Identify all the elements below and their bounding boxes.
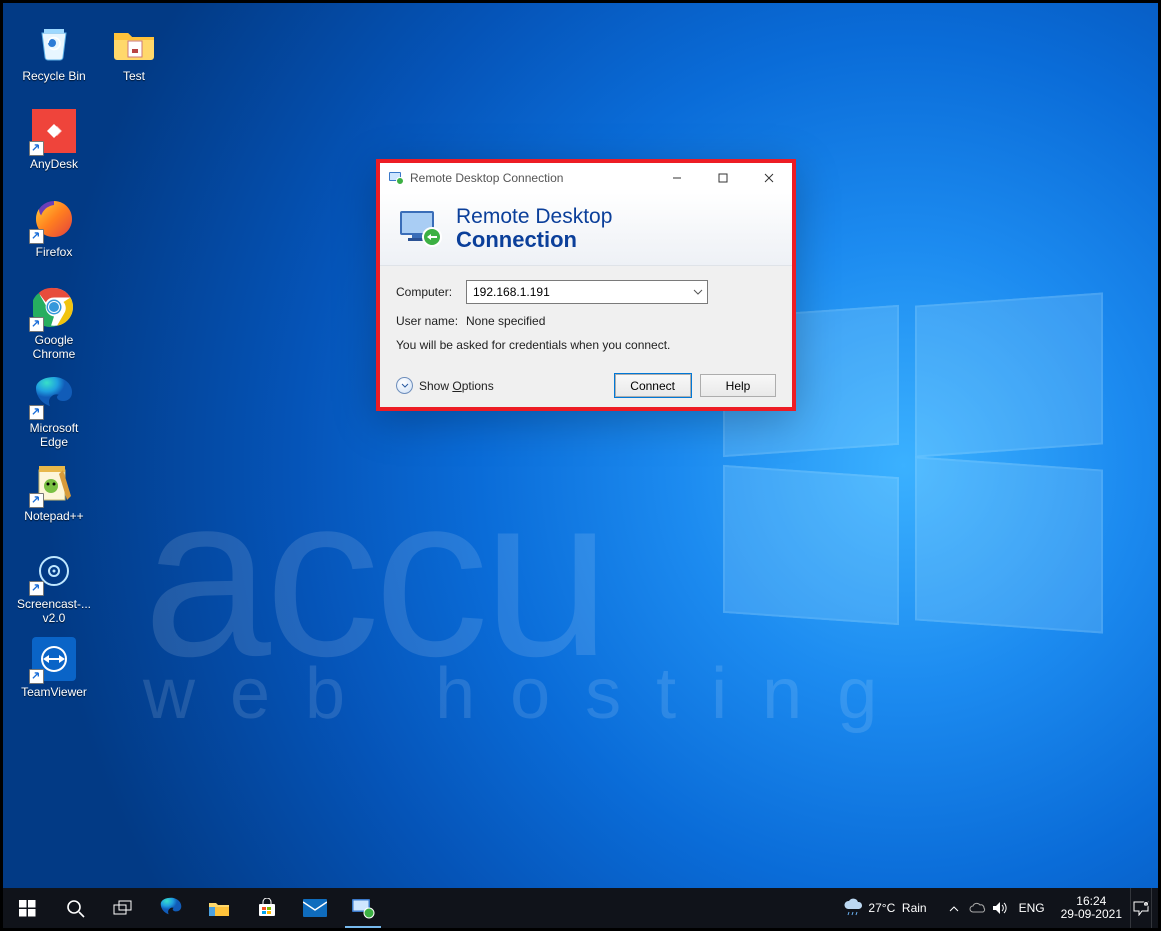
desktop-icon-anydesk[interactable]: AnyDesk [15, 109, 93, 189]
taskbar[interactable]: 27°C Rain ENG 16:24 29-09-2021 1 [3, 888, 1158, 928]
remote-desktop-connection-window: Remote Desktop Connection Remote Desktop… [376, 159, 796, 411]
desktop-icon-notepadpp[interactable]: Notepad++ [15, 461, 93, 541]
taskbar-mail[interactable] [291, 888, 339, 928]
start-button[interactable] [3, 888, 51, 928]
taskbar-file-explorer[interactable] [195, 888, 243, 928]
banner-heading: Remote DesktopConnection [456, 206, 612, 251]
tray-weather[interactable]: 27°C Rain [842, 898, 926, 918]
username-value: None specified [466, 314, 545, 328]
taskbar-remote-desktop[interactable] [339, 888, 387, 928]
dialog-body: Computer: User name: None specified You … [380, 266, 792, 407]
desktop-icons-column-2: Test [95, 21, 173, 109]
edge-icon [32, 373, 76, 417]
weather-rain-icon [842, 898, 864, 918]
desktop-icon-screencast[interactable]: Screencast-... v2.0 [15, 549, 93, 629]
chevron-down-disc-icon [396, 377, 413, 394]
tray-overflow-button[interactable] [949, 901, 959, 915]
desktop-icon-teamviewer[interactable]: TeamViewer [15, 637, 93, 717]
taskbar-edge[interactable] [147, 888, 195, 928]
credentials-hint: You will be asked for credentials when y… [396, 338, 776, 352]
notepadpp-icon [32, 461, 76, 505]
tray-volume-icon[interactable] [989, 901, 1011, 915]
search-button[interactable] [51, 888, 99, 928]
maximize-button[interactable] [700, 163, 746, 193]
watermark-sub: web hosting [143, 653, 912, 735]
firefox-icon [32, 197, 76, 241]
system-tray: 27°C Rain ENG 16:24 29-09-2021 1 [842, 888, 1158, 928]
tray-onedrive-icon[interactable] [967, 902, 989, 914]
desktop-wallpaper[interactable]: accu web hosting Recycle Bin AnyDesk Fir… [3, 3, 1158, 928]
teamviewer-icon [32, 637, 76, 681]
recycle-bin-icon [32, 21, 76, 65]
anydesk-icon [32, 109, 76, 153]
window-titlebar[interactable]: Remote Desktop Connection [380, 163, 792, 193]
rdc-app-icon [388, 170, 404, 186]
desktop-icon-google-chrome[interactable]: Google Chrome [15, 285, 93, 365]
desktop-icon-recycle-bin[interactable]: Recycle Bin [15, 21, 93, 101]
desktop-icon-test-folder[interactable]: Test [95, 21, 173, 101]
tray-action-center[interactable]: 1 [1130, 888, 1151, 928]
connect-button[interactable]: Connect [615, 374, 691, 397]
close-button[interactable] [746, 163, 792, 193]
screencast-icon [32, 549, 76, 593]
computer-label: Computer: [396, 285, 466, 299]
monitor-icon [396, 205, 444, 253]
help-button[interactable]: Help [700, 374, 776, 397]
desktop-icon-microsoft-edge[interactable]: Microsoft Edge [15, 373, 93, 453]
show-desktop-button[interactable] [1151, 888, 1158, 928]
tray-clock[interactable]: 16:24 29-09-2021 [1061, 895, 1122, 921]
taskbar-microsoft-store[interactable] [243, 888, 291, 928]
dialog-banner: Remote DesktopConnection [380, 193, 792, 266]
folder-icon [112, 21, 156, 65]
tray-language[interactable]: ENG [1019, 901, 1045, 915]
minimize-button[interactable] [654, 163, 700, 193]
computer-combobox[interactable] [466, 280, 708, 304]
computer-input[interactable] [471, 284, 675, 300]
show-options-toggle[interactable]: Show Options [396, 377, 494, 394]
desktop-icons-column-1: Recycle Bin AnyDesk Firefox Google Chrom… [15, 21, 93, 725]
desktop-icon-firefox[interactable]: Firefox [15, 197, 93, 277]
task-view-button[interactable] [99, 888, 147, 928]
chevron-down-icon [693, 289, 703, 295]
chrome-icon [32, 285, 76, 329]
username-label: User name: [396, 314, 466, 328]
window-title: Remote Desktop Connection [410, 171, 563, 185]
